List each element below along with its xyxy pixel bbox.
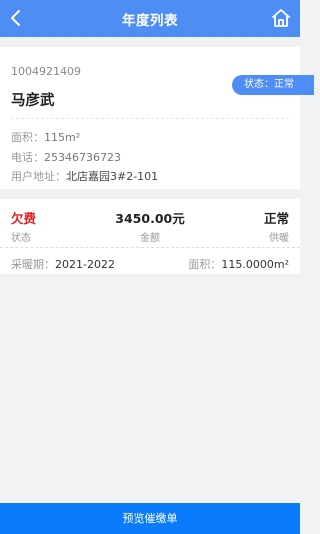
phone-row: 电话：25346736723 [11, 149, 121, 165]
heating-period: 采暖期：2021-2022 [11, 256, 115, 272]
heating-supply-value: 正常 [263, 211, 289, 226]
status-badge: 状态：正常 [232, 75, 314, 95]
page-title: 年度列表 [122, 13, 178, 29]
account-card: 1004921409 马彦武 状态：正常 面积：115m² 电话：2534673… [0, 47, 314, 189]
amount: 3450.00元 金额 [100, 208, 200, 244]
address-row: 用户地址：北店嘉园3#2-101 [11, 168, 158, 184]
account-number: 1004921409 [11, 65, 81, 78]
heating-period-label: 采暖期： [11, 258, 55, 271]
top-nav-bar: 年度列表 [0, 0, 300, 37]
year-list-item[interactable]: 欠费 状态 3450.00元 金额 正常 供暖 采暖期：2021-2022 面积… [0, 199, 300, 274]
debt-status-value: 欠费 [11, 211, 37, 226]
address-label: 用户地址： [11, 170, 66, 183]
year-area-label: 面积： [188, 258, 222, 271]
area-value: 115m² [44, 131, 81, 144]
amount-label: 金额 [140, 233, 160, 244]
year-area-value: 115.0000m² [221, 258, 289, 271]
customer-name: 马彦武 [11, 93, 55, 109]
heating-supply-label: 供暖 [269, 233, 289, 244]
area-label: 面积： [11, 131, 44, 144]
phone-label: 电话： [11, 151, 44, 164]
area-row: 面积：115m² [11, 129, 80, 145]
debt-status-label: 状态 [11, 233, 31, 244]
address-value: 北店嘉园3#2-101 [66, 170, 159, 183]
home-icon[interactable] [270, 7, 292, 29]
year-area: 面积：115.0000m² [188, 256, 289, 272]
phone-value: 25346736723 [44, 151, 121, 164]
heating-period-value: 2021-2022 [55, 258, 115, 271]
debt-status: 欠费 状态 [11, 208, 36, 244]
divider [0, 247, 300, 248]
divider [11, 118, 289, 119]
preview-notice-button[interactable]: 预览催缴单 [0, 503, 300, 534]
heating-supply: 正常 供暖 [264, 208, 289, 244]
amount-value: 3450.00元 [115, 211, 185, 226]
